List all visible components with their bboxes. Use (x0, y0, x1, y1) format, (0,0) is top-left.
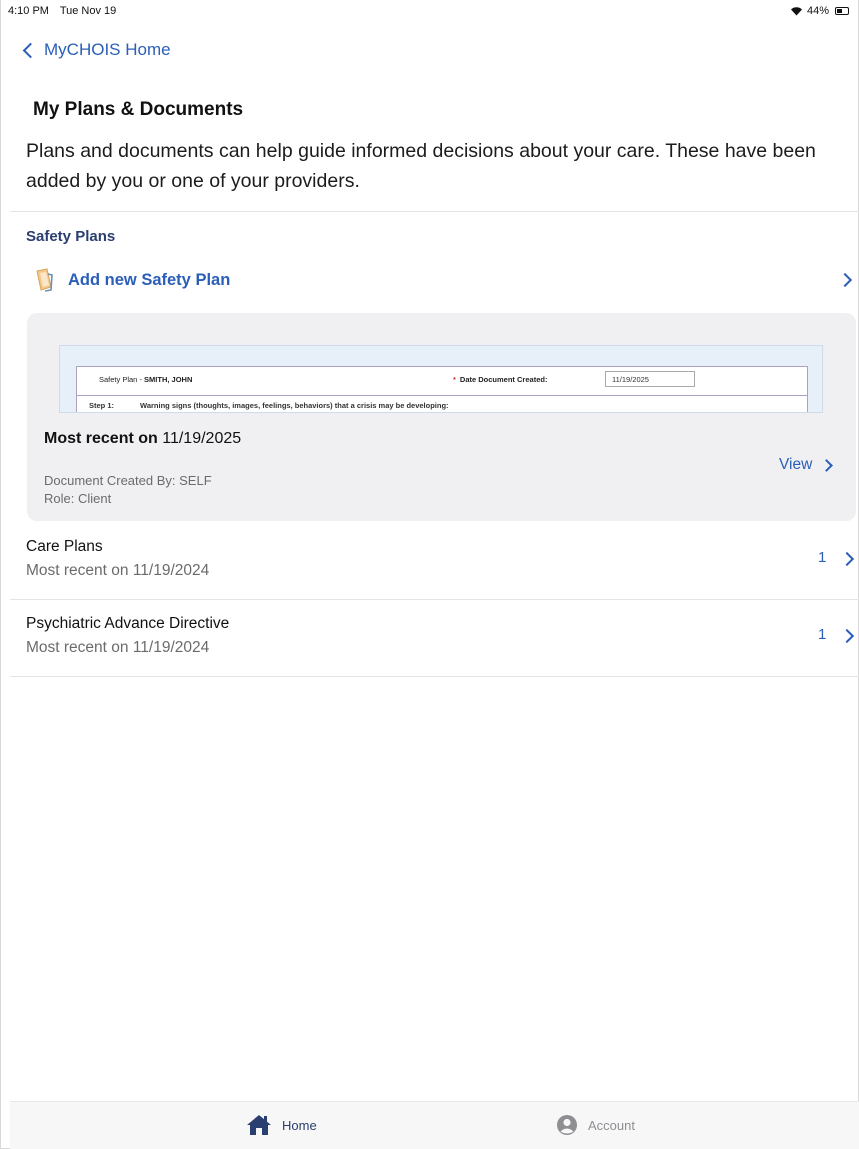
add-safety-plan-button[interactable]: Add new Safety Plan (26, 262, 856, 298)
recent-prefix: Most recent on (44, 430, 158, 447)
section-title-safety-plans: Safety Plans (26, 228, 116, 245)
recent-date: 11/19/2025 (162, 430, 242, 447)
preview-date-field: 11/19/2025 (605, 371, 695, 387)
preview-form: Safety Plan - SMITH, JOHN * Date Document… (76, 366, 808, 412)
tab-bar: Home Account (10, 1101, 859, 1149)
status-left: 4:10 PM Tue Nov 19 (8, 5, 124, 17)
document-icon (36, 268, 53, 292)
safety-plan-card[interactable]: Safety Plan - SMITH, JOHN * Date Document… (27, 313, 856, 521)
tab-account[interactable]: Account (556, 1114, 635, 1136)
created-by-text: Document Created By: SELF (44, 473, 212, 488)
required-marker: * (453, 375, 456, 384)
preview-step-text: Warning signs (thoughts, images, feeling… (140, 401, 449, 410)
role-text: Role: Client (44, 491, 112, 506)
add-safety-plan-label: Add new Safety Plan (68, 270, 231, 289)
chevron-right-icon (839, 551, 855, 567)
list-item-subtitle: Most recent on 11/19/2024 (26, 639, 210, 656)
status-date: Tue Nov 19 (59, 5, 117, 17)
safety-plan-recent: Most recent on 11/19/2025 (44, 430, 241, 448)
preview-patient-name: SMITH, JOHN (144, 375, 193, 384)
battery-percent: 44% (806, 5, 829, 17)
preview-date-label: * Date Document Created: (453, 375, 547, 384)
home-icon (247, 1115, 271, 1135)
safety-plan-preview-image: Safety Plan - SMITH, JOHN * Date Document… (59, 345, 823, 413)
divider (10, 676, 859, 677)
chevron-right-icon (820, 458, 834, 472)
chevron-left-icon (22, 42, 39, 58)
view-label: View (779, 456, 813, 473)
status-right: 44% (790, 5, 849, 17)
list-item-count: 1 (818, 549, 827, 566)
status-time: 4:10 PM (8, 5, 49, 17)
wifi-icon (790, 7, 802, 16)
page-intro: Plans and documents can help guide infor… (26, 140, 816, 192)
view-safety-plan-link[interactable]: View (779, 456, 834, 474)
list-item-subtitle: Most recent on 11/19/2024 (26, 562, 210, 579)
account-icon (557, 1115, 577, 1135)
preview-step-label: Step 1: (89, 401, 115, 410)
back-button-label: MyCHOIS Home (44, 40, 171, 59)
safety-plan-meta: Document Created By: SELF Role: Client (44, 472, 212, 508)
divider (10, 211, 859, 212)
list-item-care-plans[interactable]: Care Plans Most recent on 11/19/2024 1 (10, 524, 859, 600)
preview-divider (77, 395, 807, 396)
tab-home[interactable]: Home (246, 1114, 317, 1136)
chevron-right-icon (837, 272, 853, 288)
list-item-title: Psychiatric Advance Directive (26, 615, 230, 632)
chevron-right-icon (839, 628, 855, 644)
preview-step: Step 1: Warning signs (thoughts, images, … (89, 401, 449, 410)
preview-title-prefix: Safety Plan - (99, 375, 145, 384)
back-button[interactable]: MyCHOIS Home (22, 40, 171, 60)
tab-account-label: Account (588, 1117, 635, 1133)
list-item-psychiatric-advance-directive[interactable]: Psychiatric Advance Directive Most recen… (10, 601, 859, 677)
tab-home-label: Home (282, 1117, 317, 1133)
status-bar: 4:10 PM Tue Nov 19 44% (0, 0, 859, 22)
battery-icon (835, 7, 849, 15)
list-item-count: 1 (818, 626, 827, 643)
divider (10, 599, 859, 600)
preview-title: Safety Plan - SMITH, JOHN (99, 375, 192, 384)
list-item-title: Care Plans (26, 538, 103, 555)
page-title: My Plans & Documents (33, 99, 244, 120)
preview-date-label-text: Date Document Created: (459, 375, 548, 384)
